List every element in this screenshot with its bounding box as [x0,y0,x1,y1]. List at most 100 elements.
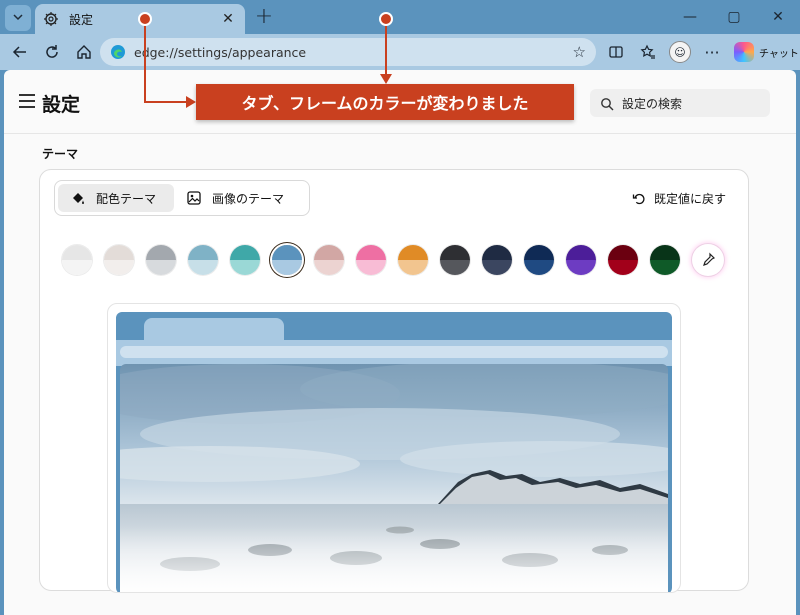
home-button[interactable] [68,36,100,68]
color-swatch[interactable] [524,245,554,275]
more-menu-button[interactable]: ··· [696,36,728,68]
search-placeholder: 設定の検索 [622,96,683,111]
swatch-top [62,245,92,260]
close-window-button[interactable]: ✕ [756,0,800,34]
swatch-top [356,245,386,260]
split-screen-button[interactable] [600,36,632,68]
browser-toolbar: edge://settings/appearance ☆ ☺ ··· チャット [0,34,800,70]
preview-tab [144,318,284,342]
swatch-bottom [62,260,92,275]
copilot-icon [734,42,754,62]
swatch-top [566,245,596,260]
color-swatch[interactable] [356,245,386,275]
image-theme-label: 画像のテーマ [212,191,285,206]
color-swatch[interactable] [314,245,344,275]
swatch-top [272,245,302,260]
swatch-bottom [566,260,596,275]
arrow-left-icon [12,46,26,58]
favorite-star-icon[interactable]: ☆ [573,43,586,61]
reset-to-default-button[interactable]: 既定値に戻す [632,190,726,207]
swatch-bottom [650,260,680,275]
address-bar[interactable]: edge://settings/appearance ☆ [100,38,596,66]
swatch-bottom [482,260,512,275]
favorites-button[interactable] [632,36,664,68]
section-theme-label: テーマ [42,147,79,161]
copilot-chat-button[interactable]: チャット [734,42,799,62]
color-swatch[interactable] [566,245,596,275]
url-text: edge://settings/appearance [134,44,307,60]
color-swatch[interactable] [188,245,218,275]
menu-icon[interactable] [19,94,35,108]
swatch-bottom [524,260,554,275]
tab-title: 設定 [69,12,94,27]
copilot-label: チャット [759,48,799,60]
swatch-bottom [188,260,218,275]
swatch-bottom [104,260,134,275]
tab-strip: 設定 ✕ + — ▢ ✕ [0,0,800,34]
preview-address-bar [120,346,668,358]
swatch-top [440,245,470,260]
color-swatch[interactable] [398,245,428,275]
swatch-top [314,245,344,260]
color-swatch[interactable] [230,245,260,275]
settings-page: 設定 設定の検索 テーマ 配色テーマ 画像のテーマ 既定値に戻す [4,70,796,615]
minimize-button[interactable]: — [668,0,712,34]
color-theme-label: 配色テーマ [96,191,157,206]
swatch-bottom [272,260,302,275]
paint-bucket-icon [70,190,86,206]
settings-search-input[interactable]: 設定の検索 [590,89,770,117]
swatch-top [230,245,260,260]
profile-button[interactable]: ☺ [664,36,696,68]
swatch-bottom [608,260,638,275]
home-icon [77,45,91,59]
color-swatch[interactable] [272,245,302,275]
annotation-callout: タブ、フレームのカラーが変わりました [196,84,574,120]
page-title: 設定 [42,94,81,116]
gear-icon [43,11,59,27]
tab-settings[interactable]: 設定 ✕ [35,4,245,34]
close-tab-button[interactable]: ✕ [219,11,237,27]
swatch-top [104,245,134,260]
swatch-top [482,245,512,260]
swatch-top [524,245,554,260]
preview-landscape-image [120,364,668,592]
color-swatch[interactable] [608,245,638,275]
toolbar-right: ☺ ··· チャット [600,36,799,68]
theme-card: 配色テーマ 画像のテーマ 既定値に戻す [39,169,749,593]
theme-preview [116,312,672,592]
custom-color-picker-button[interactable] [692,244,724,276]
eyedropper-icon [703,252,716,266]
refresh-button[interactable] [36,36,68,68]
tab-actions-menu-button[interactable] [5,5,31,31]
swatch-bottom [230,260,260,275]
new-tab-button[interactable]: + [253,6,275,28]
color-swatch[interactable] [482,245,512,275]
swatch-top [650,245,680,260]
color-swatch[interactable] [104,245,134,275]
reset-label: 既定値に戻す [653,192,726,206]
split-screen-icon [609,46,623,58]
swatch-top [608,245,638,260]
image-icon [186,190,202,206]
edge-logo-icon [110,44,126,60]
search-icon [600,96,614,111]
swatch-top [398,245,428,260]
swatch-top [146,245,176,260]
ellipsis-icon: ··· [704,42,720,62]
color-swatch[interactable] [440,245,470,275]
theme-preview-frame [107,303,681,593]
favorites-icon [640,44,655,59]
back-button[interactable] [4,36,36,68]
color-theme-tab[interactable]: 配色テーマ [58,184,174,212]
swatch-bottom [398,260,428,275]
image-theme-tab[interactable]: 画像のテーマ [174,184,296,212]
refresh-icon [46,45,58,58]
color-swatch[interactable] [146,245,176,275]
color-swatch[interactable] [62,245,92,275]
swatch-bottom [440,260,470,275]
undo-icon [632,192,646,206]
maximize-button[interactable]: ▢ [712,0,756,34]
color-swatch[interactable] [650,245,680,275]
swatch-bottom [314,260,344,275]
swatch-bottom [356,260,386,275]
